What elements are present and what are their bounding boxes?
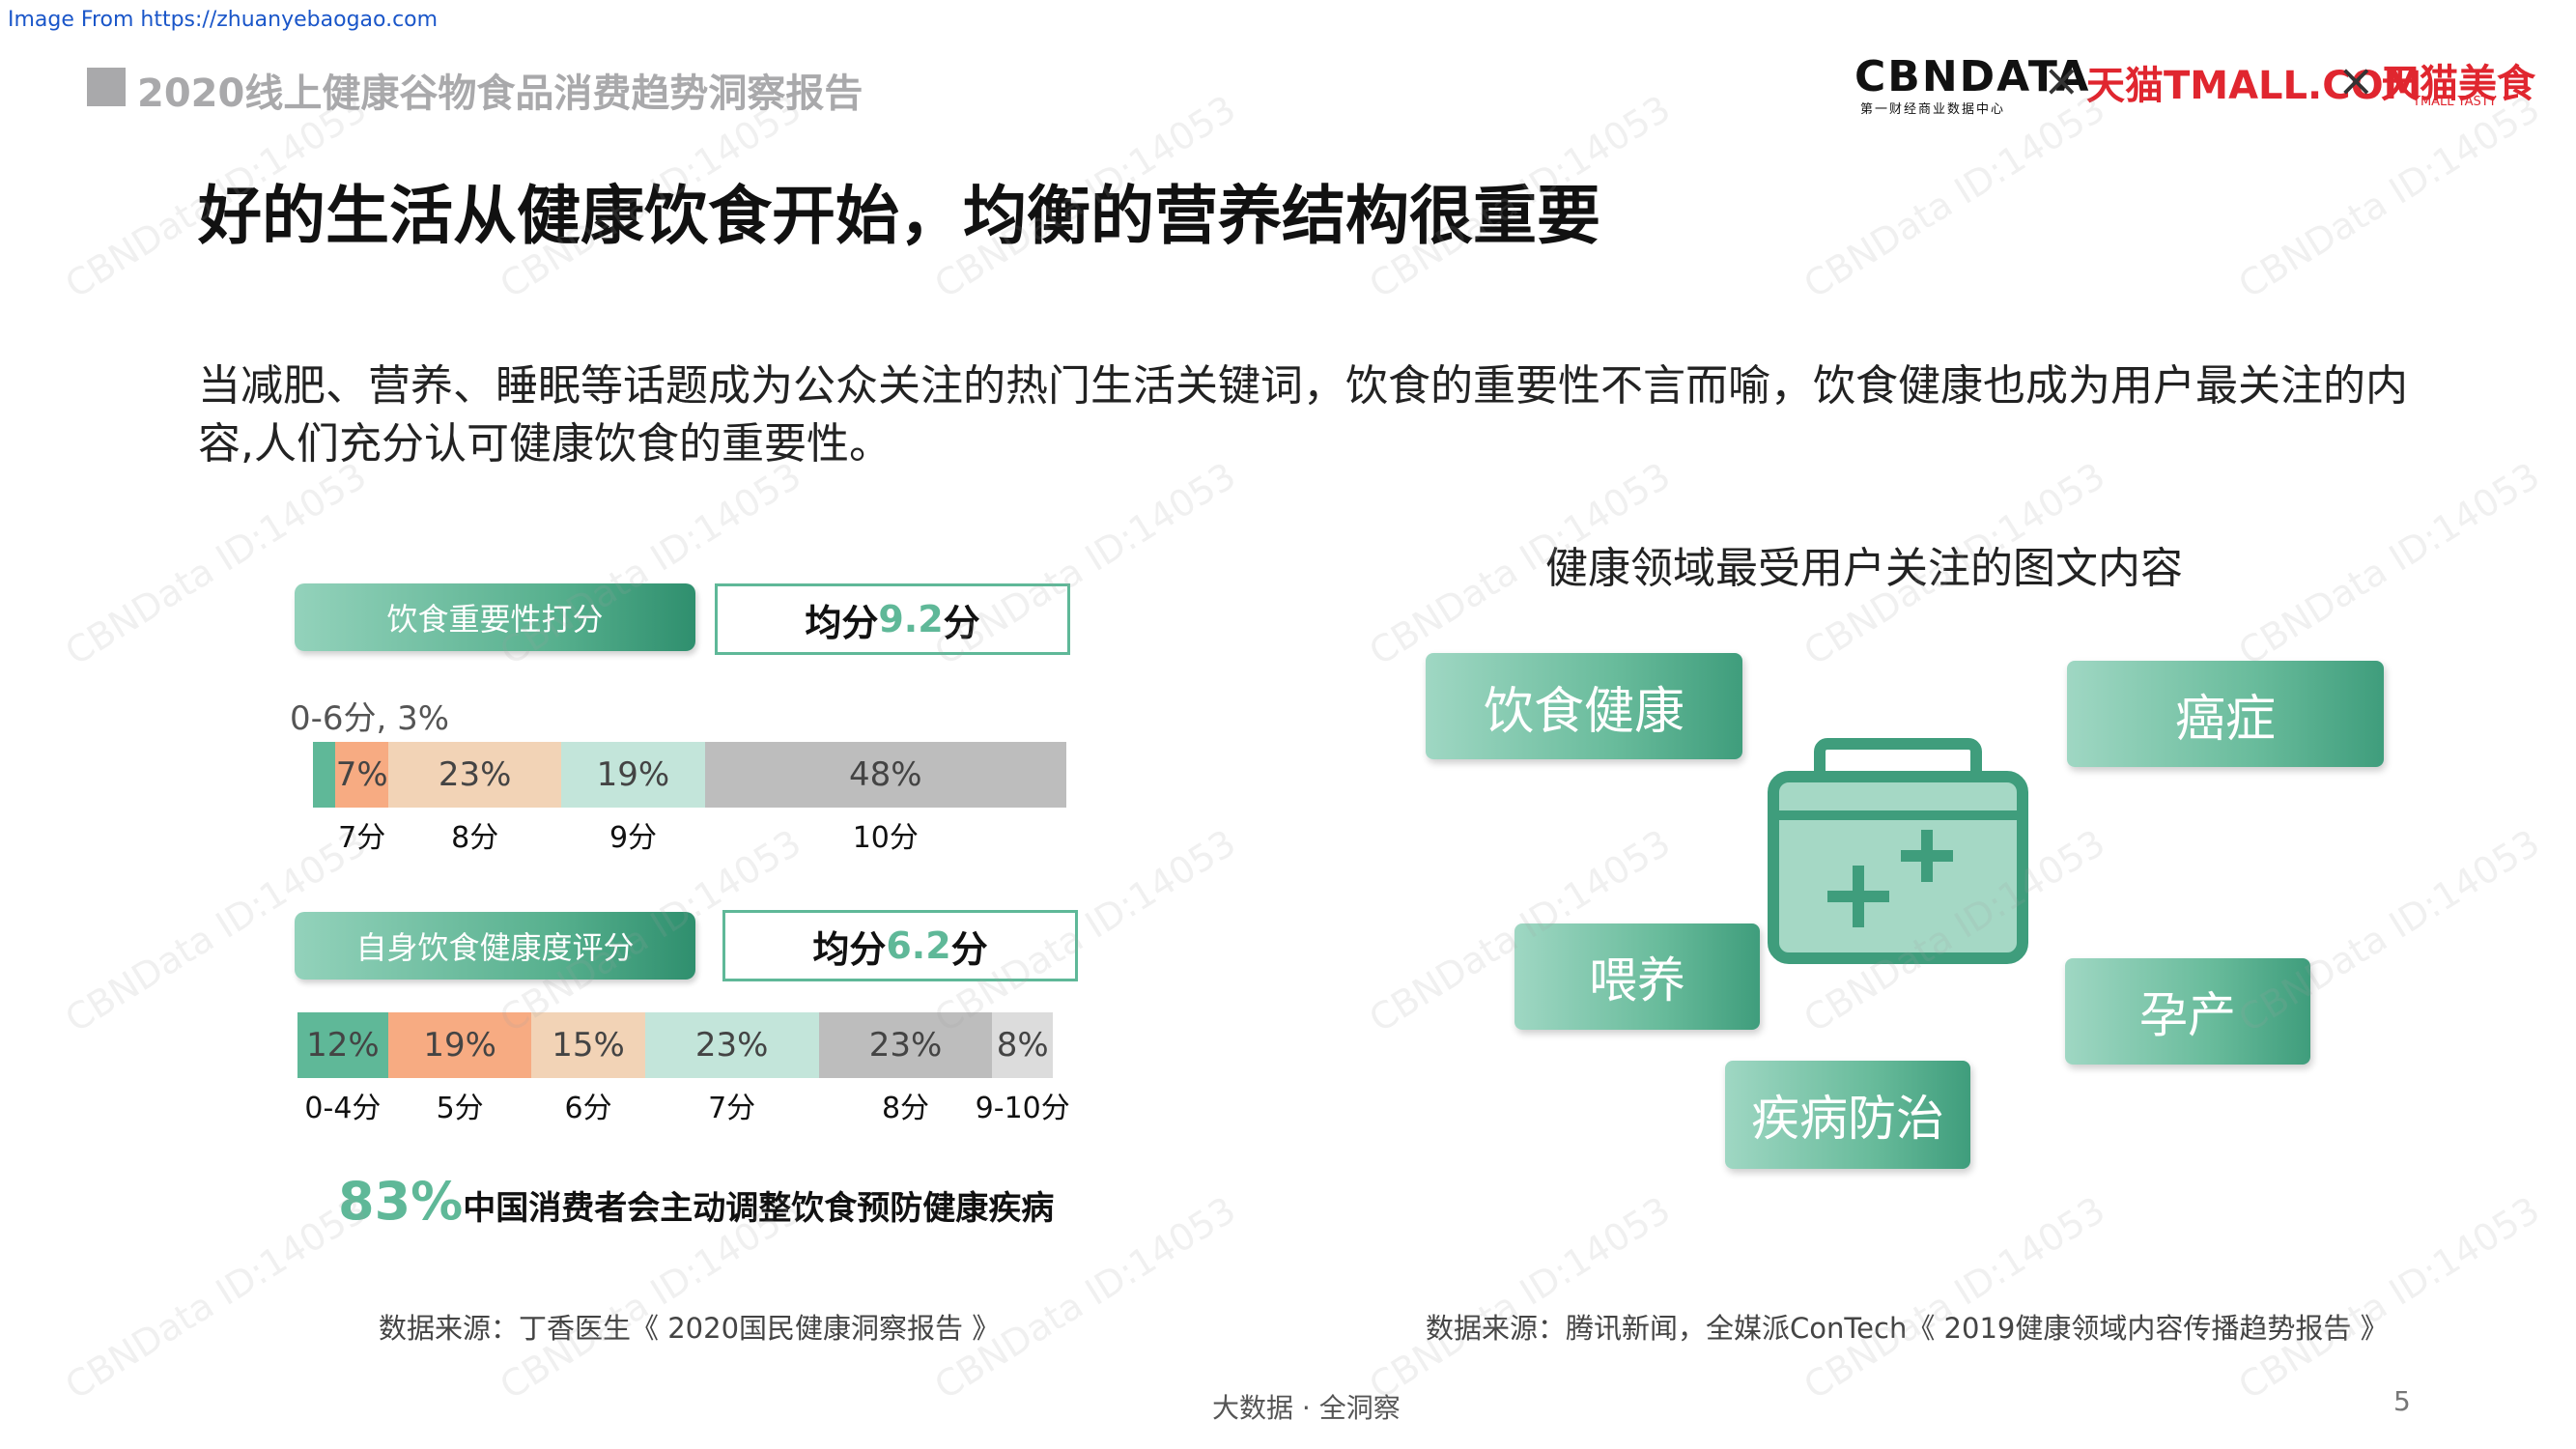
cbndata-logo-subtitle: 第一财经商业数据中心 xyxy=(1860,102,2006,117)
key-stat-percent: 83% xyxy=(338,1171,464,1232)
watermark: CBNData ID:14053 xyxy=(58,1188,374,1408)
avg-suffix: 分 xyxy=(950,927,988,971)
report-title: 2020线上健康谷物食品消费趋势洞察报告 xyxy=(137,71,863,116)
topic-tile-diet-health: 饮食健康 xyxy=(1426,653,1742,759)
tmall-tasty-logo-subtitle: TMALL TASTY xyxy=(2413,95,2497,109)
lead-paragraph: 当减肥、营养、睡眠等话题成为公众关注的热门生活关键词，饮食的重要性不言而喻，饮食… xyxy=(198,361,2408,469)
avg-value: 9.2 xyxy=(878,598,944,640)
bar-segment-9-10分: 8% xyxy=(992,1012,1053,1078)
right-source-note: 数据来源：腾讯新闻，全媒派ConTech《 2019健康领域内容传播趋势报告 》 xyxy=(1426,1312,2389,1345)
left-source-note: 数据来源：丁香医生《 2020国民健康洞察报告 》 xyxy=(379,1312,1001,1345)
bar-segment-8分: 23% xyxy=(387,742,562,808)
self-rating-tick-labels: 0-4分 5分 6分 7分 8分 9-10分 xyxy=(297,1084,1069,1125)
topic-tile-cancer: 癌症 xyxy=(2067,661,2384,767)
avg-suffix: 分 xyxy=(943,601,980,644)
avg-prefix: 均分 xyxy=(812,927,887,971)
importance-tick-labels: 7分 8分 9分 10分 xyxy=(313,813,1066,855)
medical-kit-icon xyxy=(1764,734,2034,966)
bar-segment-0-6分 xyxy=(313,742,336,808)
topic-tile-disease-prevention: 疾病防治 xyxy=(1725,1061,1970,1169)
self-rating-average-box: 均分 6.2 分 xyxy=(722,910,1078,981)
slide-title: 好的生活从健康饮食开始，均衡的营养结构很重要 xyxy=(198,179,1600,253)
bar-segment-10分: 48% xyxy=(704,742,1066,808)
page-number: 5 xyxy=(2393,1385,2411,1417)
bar-segment-6分: 15% xyxy=(531,1012,645,1078)
self-rating-label-pill: 自身饮食健康度评分 xyxy=(295,912,695,980)
partner-logos: CBNDATA 第一财经商业数据中心 × 天猫TMALL.COM × 天猫美食 … xyxy=(1854,52,2535,117)
key-stat: 83%中国消费者会主动调整饮食预防健康疾病 xyxy=(338,1171,1054,1232)
tick-label-10分: 10分 xyxy=(852,821,919,855)
bar-segment-9分: 19% xyxy=(561,742,705,808)
tick-label-8分: 8分 xyxy=(881,1092,930,1125)
footer-tagline: 大数据 · 全洞察 xyxy=(1212,1392,1401,1424)
topic-tile-pregnancy: 孕产 xyxy=(2065,958,2310,1065)
tick-label-5分: 5分 xyxy=(436,1092,484,1125)
watermark: CBNData ID:14053 xyxy=(2231,454,2547,674)
watermark: CBNData ID:14053 xyxy=(1362,1188,1678,1408)
tick-label-0-4分: 0-4分 xyxy=(304,1092,382,1125)
logo-separator: × xyxy=(2043,54,2081,106)
bar-segment-8分: 23% xyxy=(818,1012,993,1078)
watermark: CBNData ID:14053 xyxy=(2231,87,2547,307)
avg-value: 6.2 xyxy=(886,924,951,967)
header-square-marker xyxy=(87,68,126,106)
avg-prefix: 均分 xyxy=(805,601,879,644)
logo-separator: × xyxy=(2337,54,2375,106)
importance-label-pill: 饮食重要性打分 xyxy=(295,583,695,651)
importance-average-box: 均分 9.2 分 xyxy=(715,583,1070,655)
image-credit: Image From https://zhuanyebaogao.com xyxy=(8,8,439,32)
self-rating-stacked-bar: 12% 19% 15% 23% 23% 8% xyxy=(297,1012,1053,1078)
bar-segment-0-4分: 12% xyxy=(297,1012,388,1078)
tick-label-8分: 8分 xyxy=(451,821,499,855)
tick-label-9分: 9分 xyxy=(609,821,658,855)
watermark: CBNData ID:14053 xyxy=(2231,1188,2547,1408)
importance-low-score-note: 0-6分, 3% xyxy=(290,699,450,738)
tick-label-7分: 7分 xyxy=(708,1092,756,1125)
key-stat-text: 中国消费者会主动调整饮食预防健康疾病 xyxy=(463,1189,1055,1228)
tick-label-9-10分: 9-10分 xyxy=(975,1092,1070,1125)
topic-tile-feeding: 喂养 xyxy=(1514,923,1760,1030)
tick-label-7分: 7分 xyxy=(338,821,386,855)
topics-title: 健康领域最受用户关注的图文内容 xyxy=(1545,544,2183,593)
tick-label-6分: 6分 xyxy=(564,1092,612,1125)
watermark: CBNData ID:14053 xyxy=(1797,1188,2112,1408)
importance-stacked-bar: 7% 23% 19% 48% xyxy=(313,742,1066,808)
watermark: CBNData ID:14053 xyxy=(1797,87,2112,307)
bar-segment-7分: 7% xyxy=(335,742,388,808)
bar-segment-5分: 19% xyxy=(387,1012,532,1078)
bar-segment-7分: 23% xyxy=(644,1012,819,1078)
